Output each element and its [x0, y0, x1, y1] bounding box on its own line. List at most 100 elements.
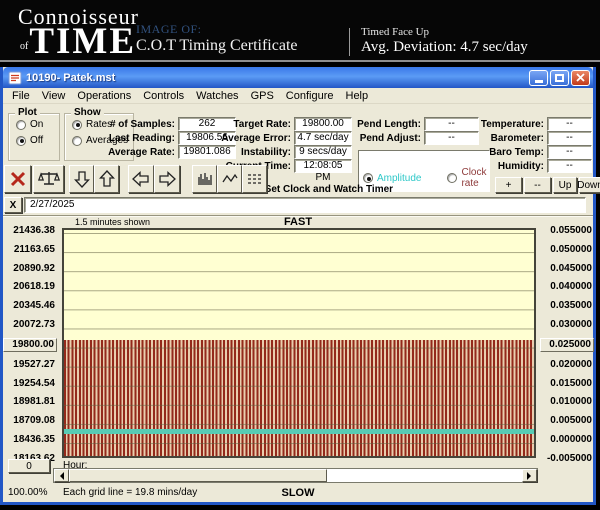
fast-label: FAST	[3, 216, 593, 228]
screenshot-root: Connoisseur of TIME IMAGE OF: C.O.T Timi…	[0, 0, 600, 510]
logo-word-of: of	[20, 41, 28, 52]
window-titlebar[interactable]: 10190- Patek.mst	[3, 67, 593, 88]
balance-button[interactable]	[33, 165, 64, 193]
minus-button[interactable]: --	[524, 177, 551, 193]
clock-rate-radio[interactable]: Clock rate	[447, 167, 489, 189]
axis-tick: 0.050000	[540, 244, 594, 256]
temperature-field[interactable]: --	[547, 117, 592, 131]
humidity-field[interactable]: --	[547, 159, 592, 173]
axis-tick: -0.005000	[540, 453, 594, 465]
axis-tick: 0.005000	[540, 415, 594, 427]
minimize-icon	[535, 80, 543, 83]
slow-label: SLOW	[3, 487, 593, 499]
axis-tick: 20618.19	[3, 281, 57, 293]
shift-down-button[interactable]	[69, 165, 94, 193]
plot-groupbox: Plot On Off	[8, 113, 60, 161]
highlighted-right-tick: 0.025000	[540, 338, 594, 352]
scrollbar-left-arrow[interactable]	[54, 469, 69, 482]
dashes-view-button[interactable]	[242, 165, 267, 193]
balance-scale-icon	[38, 170, 60, 188]
plot-off-radio[interactable]: Off	[16, 135, 59, 146]
axis-tick: 19254.54	[3, 378, 57, 390]
close-icon	[576, 73, 585, 82]
menubar: File View Operations Controls Watches GP…	[3, 88, 593, 104]
axis-tick: 21436.38	[3, 225, 57, 237]
axis-tick: 0.035000	[540, 300, 594, 312]
date-field[interactable]: 2/27/2025	[24, 197, 586, 213]
menu-configure[interactable]: Configure	[280, 89, 340, 103]
minimize-button[interactable]	[529, 70, 548, 86]
line-view-button[interactable]	[217, 165, 242, 193]
pend-length-row: Pend Length: --	[339, 117, 479, 131]
radio-icon	[16, 136, 26, 146]
axis-tick: 20890.92	[3, 263, 57, 275]
certificate-title: C.O.T Timing Certificate	[136, 37, 297, 55]
baro-temp-field[interactable]: --	[547, 145, 592, 159]
dashed-lines-icon	[247, 172, 263, 186]
radio-icon	[447, 173, 457, 183]
app-icon	[8, 71, 22, 85]
up-button[interactable]: Up	[553, 177, 577, 193]
axis-tick: 19527.27	[3, 359, 57, 371]
timing-plot[interactable]	[62, 228, 536, 458]
instability-field[interactable]: 9 secs/day	[294, 145, 352, 159]
radio-icon	[363, 173, 373, 183]
axis-tick: 0.055000	[540, 225, 594, 237]
axis-tick: 0.020000	[540, 359, 594, 371]
radio-icon	[72, 136, 82, 146]
arrow-down-icon	[74, 170, 90, 188]
plus-button[interactable]: +	[495, 177, 522, 193]
menu-help[interactable]: Help	[340, 89, 375, 103]
average-error-row: Average Error: 4.7 sec/day	[202, 131, 352, 145]
left-triangle-icon	[56, 472, 64, 480]
menu-operations[interactable]: Operations	[71, 89, 137, 103]
axis-tick: 20345.46	[3, 300, 57, 312]
gridlines	[64, 230, 534, 456]
maximize-icon	[555, 74, 564, 82]
close-button[interactable]	[571, 70, 590, 86]
scrollbar-thumb[interactable]	[69, 469, 327, 482]
current-time-field[interactable]: 12:08:05 PM	[294, 159, 352, 173]
barometer-field[interactable]: --	[547, 131, 592, 145]
arrow-left-icon	[132, 171, 150, 187]
menu-controls[interactable]: Controls	[137, 89, 190, 103]
radio-icon	[16, 120, 26, 130]
arrow-up-icon	[99, 170, 115, 188]
menu-view[interactable]: View	[36, 89, 72, 103]
right-axis: 0.055000 0.050000 0.045000 0.040000 0.03…	[540, 225, 594, 465]
timed-orientation: Timed Face Up	[361, 26, 429, 38]
maximize-button[interactable]	[550, 70, 569, 86]
amplitude-series	[64, 429, 534, 434]
down-button[interactable]: Down	[579, 177, 600, 193]
axis-tick: 18981.81	[3, 396, 57, 408]
menu-gps[interactable]: GPS	[245, 89, 280, 103]
axis-tick: 0.010000	[540, 396, 594, 408]
shift-up-button[interactable]	[94, 165, 119, 193]
zero-button[interactable]: 0	[8, 459, 50, 473]
time-scrollbar[interactable]	[53, 468, 538, 483]
target-rate-tick: 19800.00	[3, 338, 57, 352]
axis-tick: 0.045000	[540, 263, 594, 275]
plot-on-radio[interactable]: On	[16, 119, 59, 130]
connoisseur-of-time-logo: Connoisseur of TIME	[18, 4, 139, 58]
axis-tick: 21163.65	[3, 244, 57, 256]
logo-word-time: TIME	[29, 26, 136, 58]
plot-group-label: Plot	[15, 107, 40, 118]
scrollbar-track[interactable]	[327, 469, 522, 482]
menu-file[interactable]: File	[6, 89, 36, 103]
scrollbar-right-arrow[interactable]	[522, 469, 537, 482]
window-title: 10190- Patek.mst	[26, 72, 527, 84]
scroll-right-button[interactable]	[154, 165, 180, 193]
scroll-left-button[interactable]	[128, 165, 154, 193]
right-triangle-icon	[527, 472, 535, 480]
delete-reading-button[interactable]	[4, 165, 31, 193]
axis-tick: 0.030000	[540, 319, 594, 331]
radio-icon	[72, 120, 82, 130]
axis-tick: 18709.08	[3, 415, 57, 427]
histogram-icon	[197, 171, 213, 187]
pend-adjust-row: Pend Adjust: --	[339, 131, 479, 145]
axis-tick: 0.015000	[540, 378, 594, 390]
menu-watches[interactable]: Watches	[190, 89, 244, 103]
histogram-view-button[interactable]	[192, 165, 217, 193]
date-clear-button[interactable]: X	[4, 197, 22, 213]
